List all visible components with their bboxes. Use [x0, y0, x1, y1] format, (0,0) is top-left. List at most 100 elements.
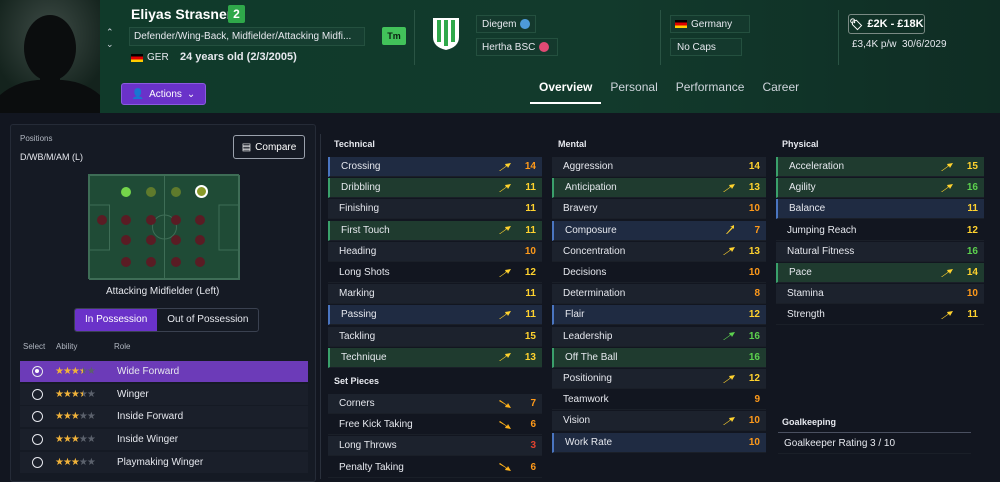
column-divider: [320, 134, 321, 479]
attribute-value: 8: [754, 288, 760, 300]
attribute-row-physical[interactable]: Pace 14: [776, 263, 984, 283]
attribute-row-mental[interactable]: Determination 8: [552, 284, 766, 305]
attribute-row-mental[interactable]: Leadership 16: [552, 326, 766, 347]
attribute-row-set_pieces[interactable]: Corners 7: [328, 394, 542, 414]
attribute-value: 10: [524, 245, 536, 257]
position-dot-amc[interactable]: [171, 187, 181, 197]
attribute-name: Dribbling: [341, 182, 381, 194]
role-radio[interactable]: [32, 389, 43, 400]
attribute-row-physical[interactable]: Acceleration 15: [776, 157, 984, 177]
player-switch-arrows[interactable]: ⌃ ⌄: [106, 26, 114, 50]
out-of-possession-tab[interactable]: Out of Possession: [157, 309, 258, 331]
position-dot-amr-selected[interactable]: [195, 185, 208, 198]
attribute-row-mental[interactable]: Bravery 10: [552, 199, 766, 220]
attribute-row-technical[interactable]: Marking 11: [328, 284, 542, 305]
attribute-row-physical[interactable]: Agility 16: [776, 178, 984, 199]
attribute-row-set_pieces[interactable]: Long Throws 3: [328, 436, 542, 457]
attribute-row-technical[interactable]: Technique 13: [328, 347, 542, 368]
position-dot[interactable]: [171, 235, 181, 245]
attribute-row-mental[interactable]: Off The Ball 16: [552, 347, 766, 368]
position-dot[interactable]: [121, 257, 131, 267]
role-radio[interactable]: [32, 411, 43, 422]
parent-club-name: Diegem: [482, 18, 517, 30]
role-row[interactable]: ★★★★★ Winger: [20, 384, 308, 405]
position-dot[interactable]: [195, 215, 205, 225]
attribute-row-mental[interactable]: Flair 12: [552, 305, 766, 326]
attribute-row-physical[interactable]: Strength 11: [776, 305, 984, 326]
position-dot-aml[interactable]: [121, 187, 131, 197]
position-dot[interactable]: [146, 235, 156, 245]
attribute-row-set_pieces[interactable]: Free Kick Taking 6: [328, 415, 542, 436]
tab-personal[interactable]: Personal: [601, 78, 666, 104]
role-row[interactable]: ★★★★★ Inside Winger: [20, 429, 308, 450]
attribute-value: 10: [748, 203, 760, 215]
attribute-row-physical[interactable]: Stamina 10: [776, 284, 984, 305]
role-radio[interactable]: [32, 457, 43, 468]
parent-club[interactable]: Diegem: [476, 15, 536, 33]
attribute-name: Stamina: [787, 288, 824, 300]
role-radio[interactable]: [32, 434, 43, 445]
position-dot[interactable]: [171, 215, 181, 225]
current-club[interactable]: Hertha BSC: [476, 38, 558, 56]
attribute-value: 11: [525, 182, 536, 194]
attribute-row-mental[interactable]: Concentration 13: [552, 241, 766, 262]
attribute-row-technical[interactable]: Finishing 11: [328, 199, 542, 220]
chevron-down-icon[interactable]: ⌄: [106, 38, 114, 50]
tab-career[interactable]: Career: [753, 78, 808, 104]
compare-button[interactable]: ▤ Compare: [233, 135, 305, 159]
club-crest-icon[interactable]: [432, 17, 460, 51]
player-value[interactable]: 🏷 £2K - £18K: [848, 14, 925, 34]
attribute-row-physical[interactable]: Jumping Reach 12: [776, 220, 984, 241]
transfer-market-badge[interactable]: Tm: [382, 27, 406, 45]
attribute-row-mental[interactable]: Anticipation 13: [552, 178, 766, 199]
attribute-value: 14: [966, 267, 978, 278]
position-dot[interactable]: [195, 257, 205, 267]
attribute-row-technical[interactable]: Long Shots 12: [328, 263, 542, 283]
attribute-row-mental[interactable]: Composure 7: [552, 220, 766, 241]
attribute-row-technical[interactable]: Tackling 15: [328, 326, 542, 347]
position-dot[interactable]: [171, 257, 181, 267]
chevron-up-icon[interactable]: ⌃: [106, 26, 114, 38]
divider: [660, 10, 661, 65]
position-dot[interactable]: [121, 235, 131, 245]
role-row[interactable]: ★★★★★ Inside Forward: [20, 406, 308, 427]
attribute-row-mental[interactable]: Decisions 10: [552, 263, 766, 283]
attribute-value: 12: [748, 373, 760, 384]
attribute-value: 3: [530, 440, 536, 452]
attribute-row-technical[interactable]: Dribbling 11: [328, 178, 542, 199]
role-name: Inside Forward: [117, 411, 184, 422]
position-dot[interactable]: [146, 215, 156, 225]
attribute-row-technical[interactable]: Crossing 14: [328, 157, 542, 177]
actions-button[interactable]: 👤 Actions ⌄: [121, 83, 206, 105]
role-radio[interactable]: [32, 366, 43, 377]
trend-arrow-icon: [498, 183, 512, 193]
position-dot[interactable]: [121, 215, 131, 225]
attribute-row-technical[interactable]: Heading 10: [328, 241, 542, 262]
attribute-row-technical[interactable]: Passing 11: [328, 305, 542, 326]
national-team[interactable]: Germany: [670, 15, 750, 33]
column-ability: Ability: [56, 342, 78, 351]
attribute-row-physical[interactable]: Balance 11: [776, 199, 984, 220]
role-name: Playmaking Winger: [117, 457, 204, 468]
attribute-row-physical[interactable]: Natural Fitness 16: [776, 241, 984, 262]
role-row[interactable]: ★★★★★ Wide Forward: [20, 361, 308, 382]
trend-arrow-icon: [722, 416, 736, 426]
attribute-row-technical[interactable]: First Touch 11: [328, 220, 542, 241]
position-dot[interactable]: [146, 257, 156, 267]
position-dot[interactable]: [97, 215, 107, 225]
tab-overview[interactable]: Overview: [530, 78, 602, 104]
attribute-row-mental[interactable]: Aggression 14: [552, 157, 766, 177]
attribute-row-mental[interactable]: Positioning 12: [552, 369, 766, 389]
role-row[interactable]: ★★★★★ Playmaking Winger: [20, 452, 308, 473]
position-dot[interactable]: [195, 235, 205, 245]
nationality: GER: [131, 52, 169, 63]
position-dot-amc[interactable]: [146, 187, 156, 197]
attribute-row-mental[interactable]: Work Rate 10: [552, 432, 766, 453]
attribute-row-set_pieces[interactable]: Penalty Taking 6: [328, 457, 542, 478]
attribute-name: Jumping Reach: [787, 224, 857, 236]
attribute-row-mental[interactable]: Teamwork 9: [552, 390, 766, 411]
in-possession-tab[interactable]: In Possession: [75, 309, 158, 331]
attribute-name: Strength: [787, 309, 825, 321]
attribute-row-mental[interactable]: Vision 10: [552, 411, 766, 432]
tab-performance[interactable]: Performance: [667, 78, 754, 104]
